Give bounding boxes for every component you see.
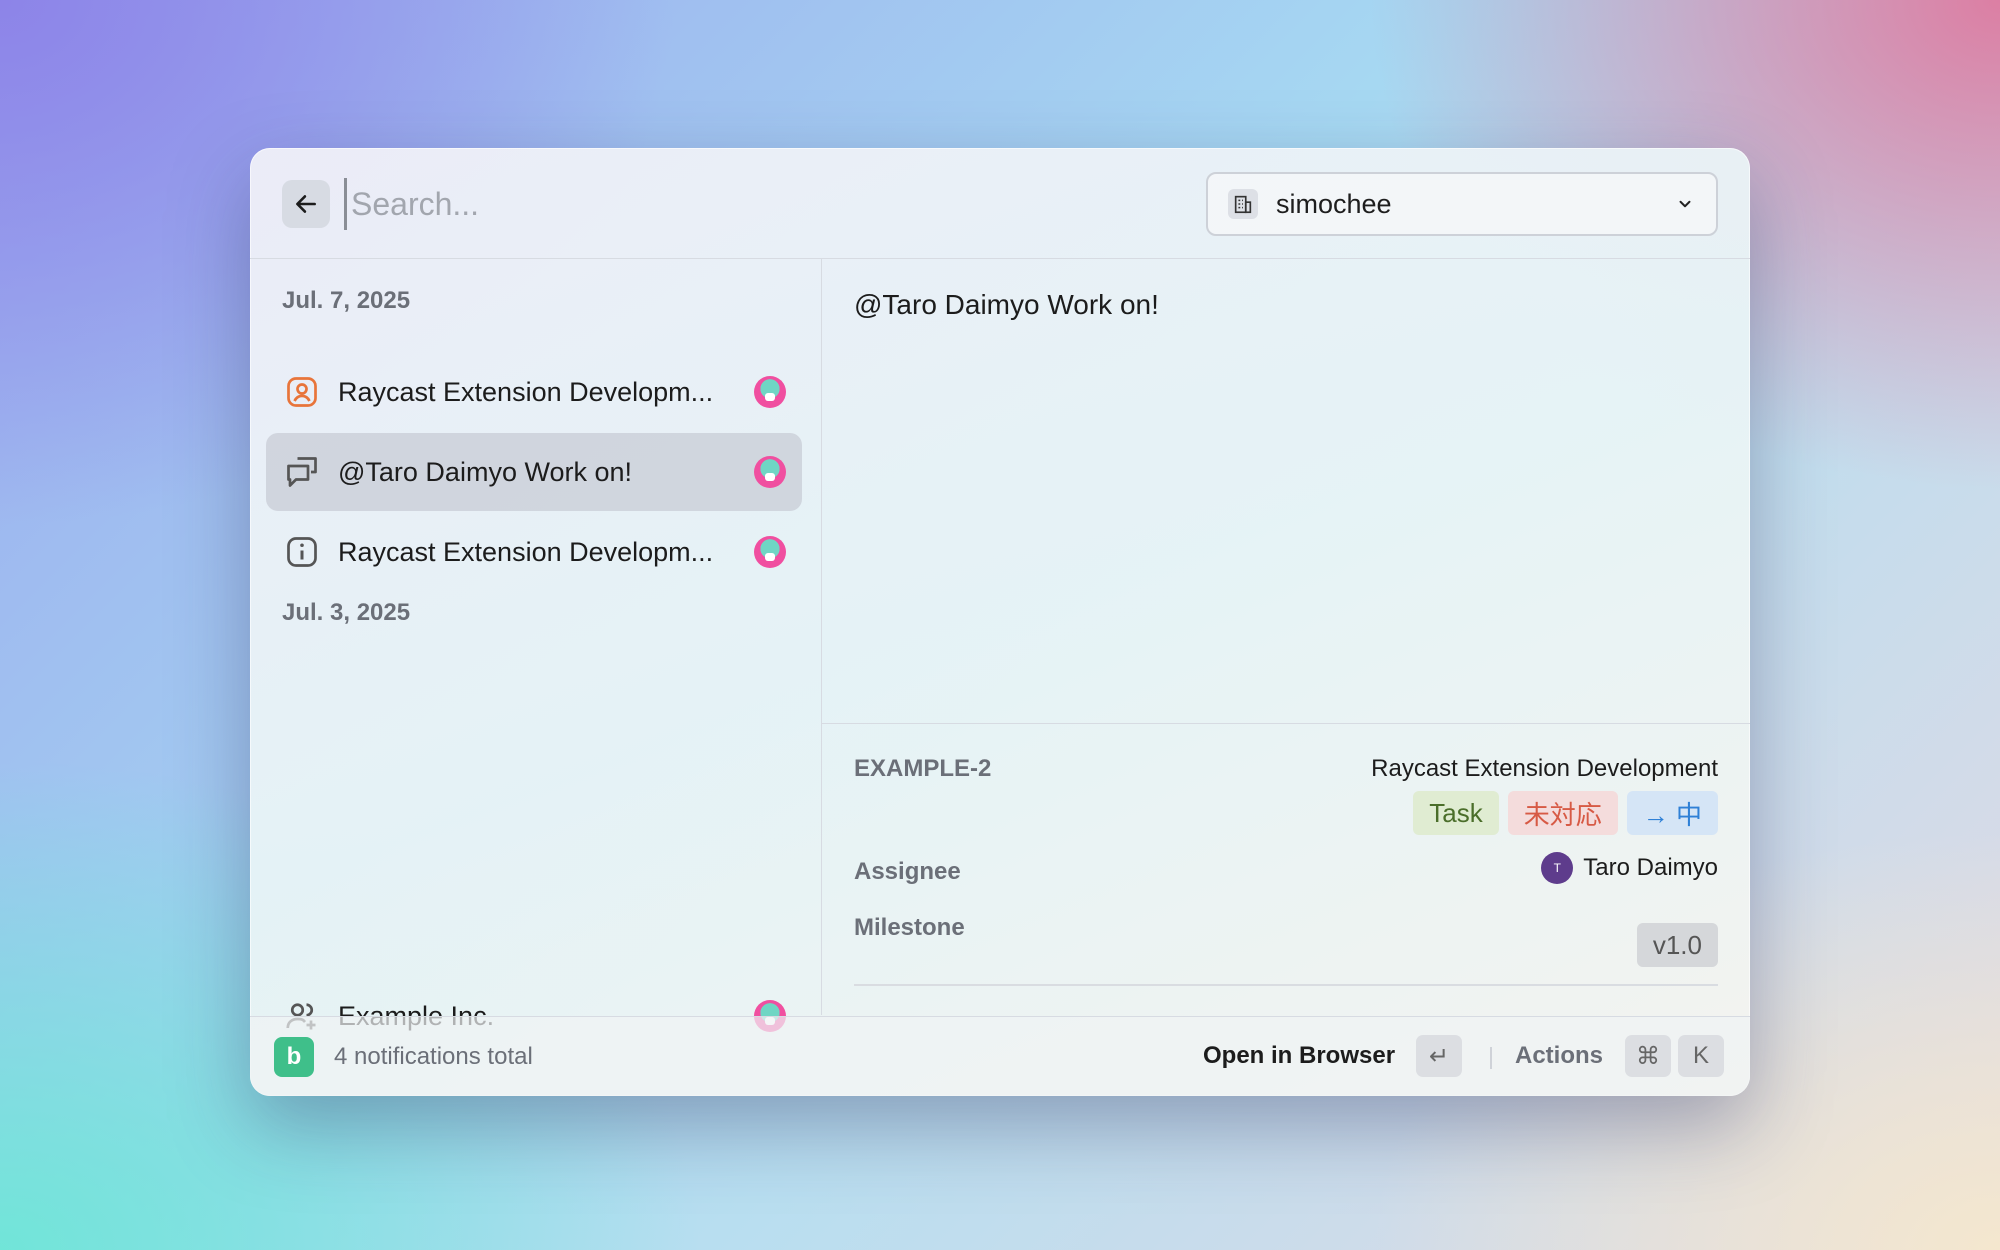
status-tag: 未対応	[1507, 791, 1618, 835]
list-item[interactable]: Raycast Extension Developm...	[266, 353, 802, 431]
milestone-label: Milestone	[854, 914, 965, 941]
search-input[interactable]	[344, 178, 853, 230]
list-item[interactable]: Raycast Extension Developm...	[266, 513, 802, 591]
notification-count: 4 notifications total	[334, 1043, 533, 1070]
arrow-left-icon	[296, 195, 316, 213]
action-bar: b 4 notifications total Open in Browser …	[250, 1016, 1750, 1096]
assignee: T Taro Daimyo	[1541, 852, 1718, 884]
divider	[1490, 1047, 1492, 1069]
organization-dropdown[interactable]: simochee	[1206, 172, 1718, 236]
list-item[interactable]: @Taro Daimyo Work on!	[266, 433, 802, 511]
info-icon	[282, 532, 322, 572]
backlog-logo-icon: b	[274, 1037, 314, 1077]
avatar	[754, 376, 786, 408]
actions-button[interactable]: Actions	[1515, 1042, 1603, 1070]
k-key-hint: K	[1678, 1035, 1724, 1077]
list-item-title: Raycast Extension Developm...	[338, 536, 714, 567]
assignee-label: Assignee	[854, 858, 961, 885]
open-in-browser-button[interactable]: Open in Browser	[1203, 1042, 1395, 1070]
detail-pane: @Taro Daimyo Work on! EXAMPLE-2 Raycast …	[822, 259, 1750, 1015]
list-item-title: @Taro Daimyo Work on!	[338, 456, 632, 487]
issue-key: EXAMPLE-2	[854, 755, 992, 782]
building-icon	[1228, 189, 1258, 219]
enter-key-hint: ↵	[1416, 1035, 1462, 1077]
avatar	[754, 536, 786, 568]
tag-group: Task 未対応 → 中	[1413, 791, 1718, 835]
comment-icon	[282, 452, 322, 492]
chevron-down-icon	[1679, 200, 1691, 208]
priority-tag: → 中	[1626, 791, 1718, 835]
person-badge-icon	[282, 372, 322, 412]
cmd-key-hint: ⌘	[1625, 1035, 1671, 1077]
avatar	[754, 456, 786, 488]
milestone-chip: v1.0	[1636, 923, 1718, 967]
organization-name: simochee	[1276, 188, 1392, 219]
notification-list: Jul. 7, 2025 Raycast Extension Developm..…	[250, 259, 822, 1032]
type-tag: Task	[1413, 791, 1499, 835]
search-bar: simochee	[250, 148, 1750, 259]
notification-content: @Taro Daimyo Work on!	[854, 289, 1159, 320]
date-header: Jul. 3, 2025	[282, 599, 411, 626]
assignee-name: Taro Daimyo	[1583, 854, 1718, 881]
list-item-title: Raycast Extension Developm...	[338, 376, 714, 407]
divider	[822, 723, 1750, 724]
raycast-window: simochee Jul. 7, 2025 Raycast Extension D…	[250, 148, 1750, 1096]
date-header: Jul. 7, 2025	[282, 287, 411, 314]
divider	[854, 984, 1718, 986]
avatar: T	[1541, 852, 1574, 884]
back-button[interactable]	[282, 180, 330, 228]
project-name: Raycast Extension Development	[1371, 755, 1718, 782]
